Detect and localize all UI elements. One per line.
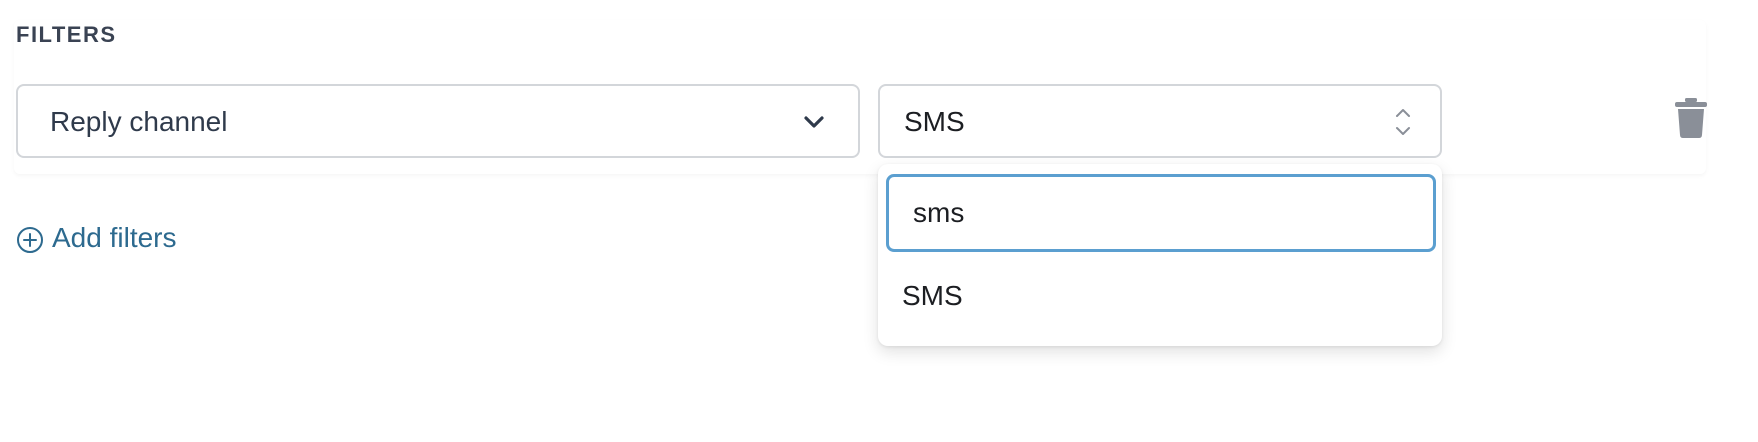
dropdown-option[interactable]: SMS [878, 268, 1442, 328]
filter-field-label: Reply channel [50, 106, 228, 137]
add-filters-label: Add filters [52, 222, 177, 253]
section-title: FILTERS [16, 22, 117, 47]
filter-value-label: SMS [904, 106, 965, 137]
add-filters-button[interactable]: Add filters [16, 218, 177, 258]
filters-panel: FILTERS Reply channel SMS SMS Add filter… [0, 0, 1758, 442]
dropdown-search-input[interactable] [886, 174, 1436, 252]
trash-icon[interactable] [1674, 98, 1708, 138]
value-dropdown: SMS [878, 164, 1442, 346]
chevron-down-icon [804, 116, 824, 128]
filter-field-select[interactable]: Reply channel [16, 84, 860, 158]
dropdown-option-label: SMS [902, 280, 963, 311]
filter-value-select[interactable]: SMS [878, 84, 1442, 158]
plus-circle-icon [17, 227, 43, 253]
up-down-chevron-icon [1396, 109, 1410, 135]
